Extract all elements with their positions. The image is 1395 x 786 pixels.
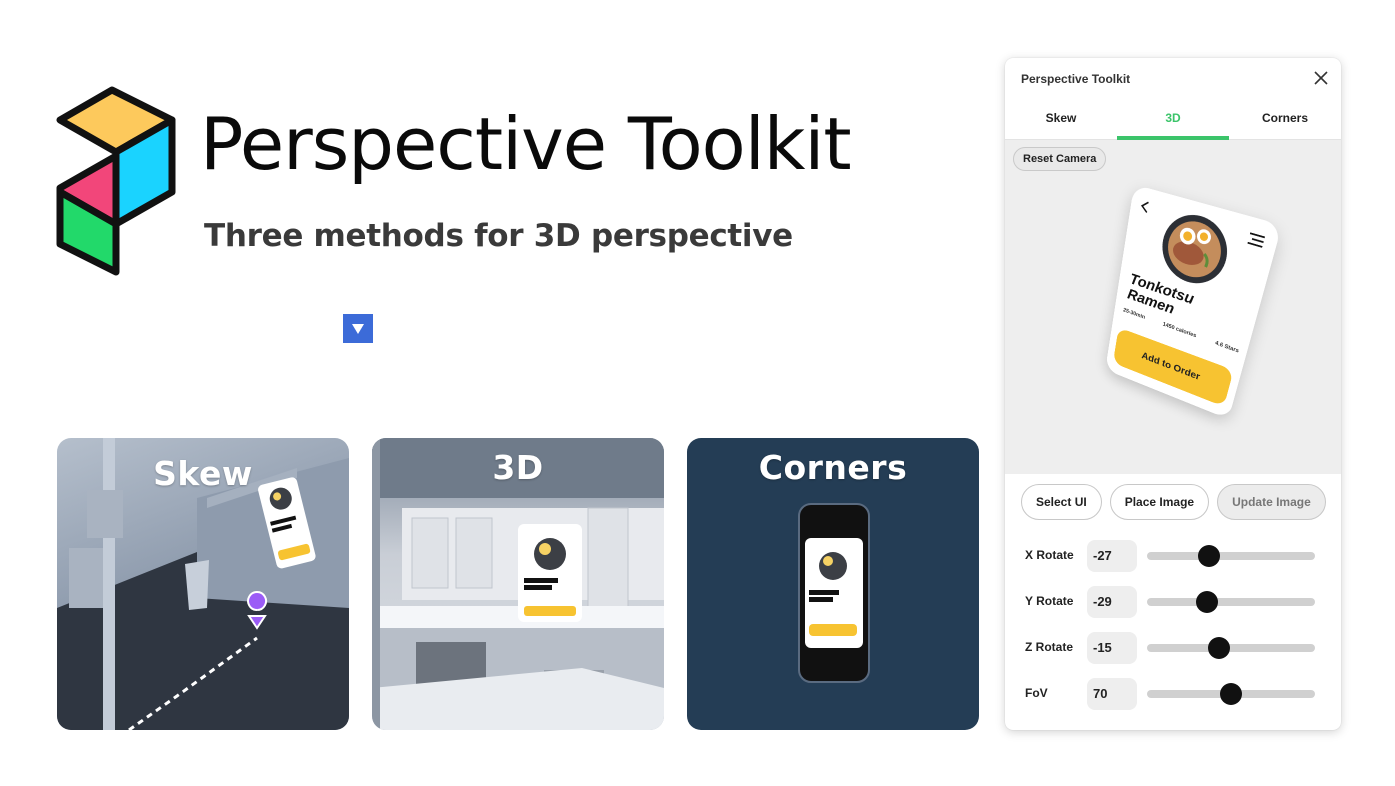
corners-card-label: Corners [758, 448, 908, 487]
3d-preview-area[interactable]: Reset Camera Tonkotsu Ramen 25-30min 145… [1005, 140, 1341, 474]
fov-label: FoV [1025, 686, 1048, 700]
x-rotate-input[interactable]: -27 [1087, 540, 1137, 572]
close-icon[interactable] [1313, 70, 1329, 86]
fov-slider[interactable] [1147, 683, 1315, 705]
z-rotate-slider[interactable] [1147, 637, 1315, 659]
tab-3d[interactable]: 3D [1117, 98, 1229, 140]
x-rotate-slider-thumb[interactable] [1198, 545, 1221, 567]
z-rotate-input[interactable]: -15 [1087, 632, 1137, 664]
y-rotate-label: Y Rotate [1025, 594, 1074, 608]
z-rotate-control: Z Rotate -15 [1025, 632, 1325, 664]
dish-time: 25-30min [1122, 307, 1146, 321]
fov-slider-thumb[interactable] [1220, 683, 1242, 705]
z-rotate-label: Z Rotate [1025, 640, 1073, 654]
hero-subtitle: Three methods for 3D perspective [204, 218, 793, 254]
triangle-down-icon [352, 323, 364, 334]
perspective-toolkit-panel: Perspective Toolkit Skew 3D Corners Rese… [1005, 58, 1341, 730]
dish-stars: 4.6 Stars [1214, 340, 1240, 355]
y-rotate-slider[interactable] [1147, 591, 1315, 613]
panel-header: Perspective Toolkit [1005, 58, 1341, 98]
skew-method-card[interactable]: Skew [57, 438, 349, 730]
x-rotate-slider[interactable] [1147, 545, 1315, 567]
dropdown-toggle-button[interactable] [343, 314, 373, 343]
3d-method-card[interactable]: 3D [372, 438, 664, 730]
fov-control: FoV 70 [1025, 678, 1325, 710]
menu-icon [1247, 232, 1266, 248]
corners-method-card[interactable]: Corners [687, 438, 979, 730]
select-ui-button[interactable]: Select UI [1021, 484, 1102, 520]
panel-title: Perspective Toolkit [1021, 72, 1131, 86]
place-image-button[interactable]: Place Image [1109, 484, 1210, 520]
hero-title: Perspective Toolkit [200, 102, 852, 186]
tab-skew[interactable]: Skew [1005, 98, 1117, 139]
y-rotate-slider-thumb[interactable] [1196, 591, 1219, 613]
ramen-bowl-image [1157, 207, 1235, 292]
perspective-toolkit-logo [56, 86, 176, 276]
y-rotate-control: Y Rotate -29 [1025, 586, 1325, 618]
update-image-button[interactable]: Update Image [1217, 484, 1326, 520]
chevron-left-icon [1139, 199, 1150, 214]
x-rotate-control: X Rotate -27 [1025, 540, 1325, 572]
3d-card-label: 3D [492, 448, 544, 487]
tab-corners[interactable]: Corners [1229, 98, 1341, 139]
ramen-ui-preview: Tonkotsu Ramen 25-30min 1450 calories 4.… [1105, 184, 1283, 420]
z-rotate-slider-thumb[interactable] [1208, 637, 1231, 659]
skew-card-label: Skew [153, 454, 253, 493]
y-rotate-input[interactable]: -29 [1087, 586, 1137, 618]
fov-input[interactable]: 70 [1087, 678, 1137, 710]
method-tabs: Skew 3D Corners [1005, 98, 1341, 140]
image-actions: Select UI Place Image Update Image [1021, 484, 1326, 520]
add-to-order-button: Add to Order [1112, 327, 1234, 407]
reset-camera-button[interactable]: Reset Camera [1013, 147, 1107, 171]
x-rotate-label: X Rotate [1025, 548, 1074, 562]
